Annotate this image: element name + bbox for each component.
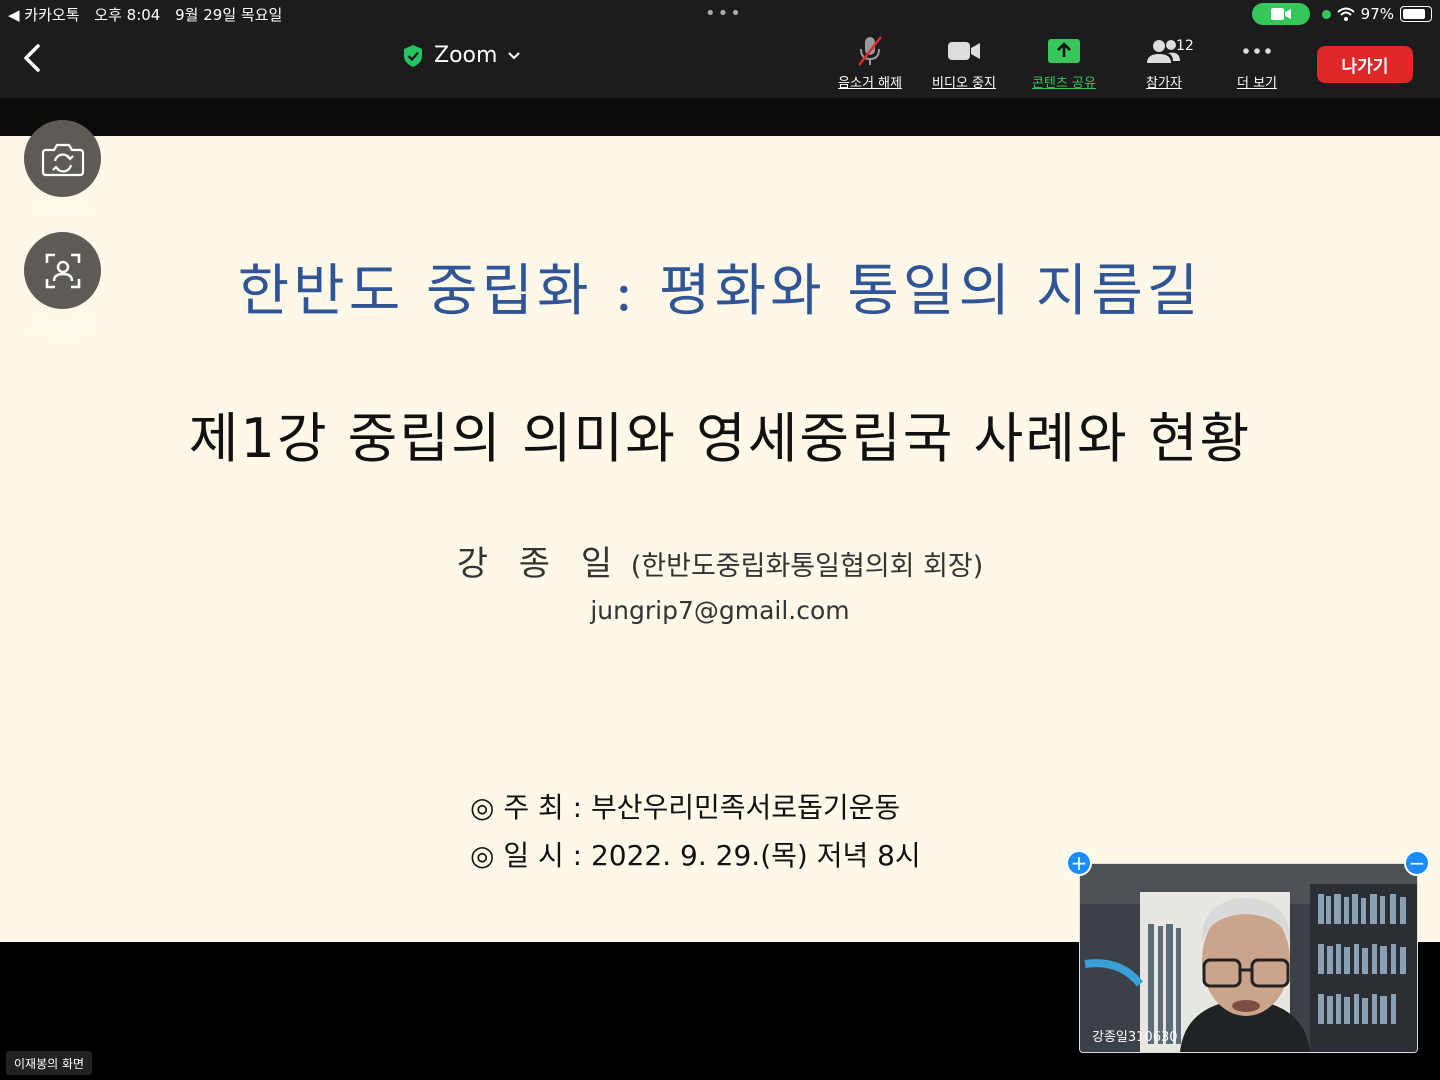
author-email: jungrip7@gmail.com bbox=[590, 596, 850, 625]
wifi-icon bbox=[1336, 7, 1355, 21]
minimize-video-button[interactable]: − bbox=[1404, 850, 1430, 876]
video-camera-icon bbox=[948, 42, 980, 60]
more-button[interactable]: 더 보기 bbox=[1207, 34, 1307, 91]
meeting-title-menu[interactable]: Zoom bbox=[402, 43, 521, 68]
unmute-button[interactable]: 음소거 해제 bbox=[820, 34, 920, 91]
battery-icon bbox=[1400, 6, 1432, 22]
stop-video-label: 비디오 중지 bbox=[932, 76, 996, 91]
share-content-button[interactable]: 콘텐츠 공유 bbox=[1014, 34, 1114, 91]
participants-count: 12 bbox=[1176, 38, 1194, 54]
back-button[interactable] bbox=[18, 40, 48, 76]
stop-video-button[interactable]: 비디오 중지 bbox=[914, 34, 1014, 91]
shield-check-icon bbox=[404, 44, 422, 67]
center-stage-button[interactable] bbox=[24, 232, 101, 309]
meeting-title: Zoom bbox=[434, 43, 498, 68]
mic-muted-icon bbox=[858, 36, 882, 66]
participants-button[interactable]: 12 참가자 bbox=[1114, 34, 1214, 91]
author-org: (한반도중립화통일협의회 회장) bbox=[622, 551, 984, 582]
slide-title: 한반도 중립화 : 평화와 통일의 지름길 bbox=[237, 259, 1203, 324]
host-line: ◎ 주 최 : 부산우리민족서로돕기운동 bbox=[470, 791, 901, 824]
switch-camera-button[interactable] bbox=[24, 120, 101, 197]
screen-share-label: 이재봉의 화면 bbox=[6, 1051, 93, 1075]
participant-name: 강종일310630 bbox=[1092, 1030, 1178, 1045]
more-label: 더 보기 bbox=[1236, 76, 1277, 91]
participants-label: 참가자 bbox=[1146, 76, 1182, 91]
share-content-label: 콘텐츠 공유 bbox=[1032, 76, 1096, 91]
camera-switch-icon bbox=[41, 143, 84, 176]
chevron-left-icon bbox=[24, 44, 40, 72]
switch-camera-label: 카메라 전환 bbox=[35, 204, 91, 217]
shared-slide: 한반도 중립화 : 평화와 통일의 지름길 제1강 중립의 의미와 영세중립국 … bbox=[0, 136, 1440, 942]
participant-video[interactable]: 강종일310630 bbox=[1079, 863, 1418, 1053]
slide-subtitle: 제1강 중립의 의미와 영세중립국 사례와 현황 bbox=[188, 407, 1252, 470]
center-stage-icon bbox=[45, 253, 80, 288]
date-line: ◎ 일 시 : 2022. 9. 29.(목) 저녁 8시 bbox=[470, 839, 921, 872]
more-dots-icon bbox=[1243, 48, 1271, 54]
camera-in-use-icon bbox=[1251, 3, 1310, 25]
slide-author: 강 종 일 (한반도중립화통일협의회 회장) bbox=[0, 536, 1440, 585]
status-date: 9월 29일 목요일 bbox=[175, 6, 283, 24]
content-top-strip bbox=[0, 98, 1440, 136]
minus-icon: − bbox=[1408, 851, 1426, 875]
plus-icon: + bbox=[1070, 851, 1088, 875]
multitasking-dots-icon[interactable]: ••• bbox=[705, 3, 743, 24]
status-time: 오후 8:04 bbox=[94, 6, 161, 24]
mic-indicator-icon bbox=[1321, 9, 1331, 19]
author-name: 강 종 일 bbox=[456, 544, 623, 584]
share-screen-icon bbox=[1048, 39, 1080, 63]
center-stage-label: 센터 스테이지 끄기 bbox=[30, 318, 96, 345]
battery-percent: 97% bbox=[1360, 5, 1394, 23]
participant-video-image bbox=[1080, 864, 1417, 1052]
unmute-label: 음소거 해제 bbox=[838, 76, 902, 91]
back-to-app-link[interactable]: ◀ 카카오톡 bbox=[8, 6, 80, 24]
chevron-down-icon bbox=[508, 51, 521, 59]
expand-video-button[interactable]: + bbox=[1066, 850, 1092, 876]
status-bar: ◀ 카카오톡 오후 8:04 9월 29일 목요일 ••• 97% bbox=[0, 0, 1440, 28]
leave-button[interactable]: 나가기 bbox=[1317, 46, 1413, 83]
meeting-toolbar: Zoom 음소거 해제 비디오 중지 콘텐츠 공유 12 참가자 더 보기 나가… bbox=[0, 28, 1440, 98]
